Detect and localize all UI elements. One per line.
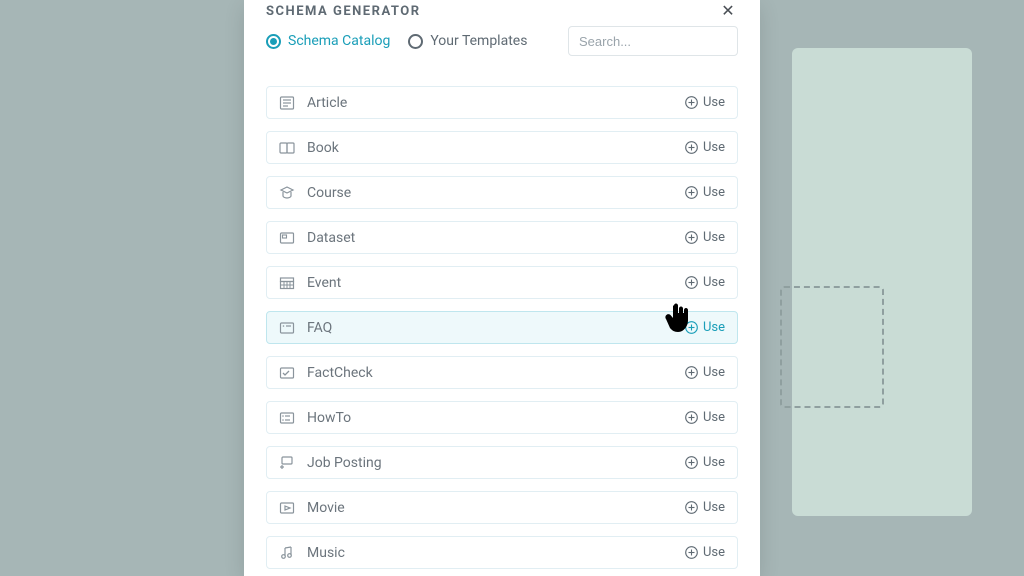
plus-circle-icon: [685, 501, 698, 514]
schema-label: Dataset: [307, 230, 685, 246]
radio-unselected-icon: [408, 34, 423, 49]
faq-icon: [279, 321, 295, 335]
use-label: Use: [703, 140, 725, 155]
schema-label: Book: [307, 140, 685, 156]
howto-icon: [279, 411, 295, 425]
event-icon: [279, 276, 295, 290]
use-label: Use: [703, 455, 725, 470]
modal-title: SCHEMA GENERATOR: [266, 4, 421, 19]
use-button[interactable]: Use: [685, 500, 725, 515]
plus-circle-icon: [685, 141, 698, 154]
plus-circle-icon: [685, 186, 698, 199]
use-button[interactable]: Use: [685, 185, 725, 200]
schema-label: FactCheck: [307, 365, 685, 381]
schema-row-course[interactable]: Course Use: [266, 176, 738, 209]
plus-circle-icon: [685, 96, 698, 109]
use-button[interactable]: Use: [685, 140, 725, 155]
plus-circle-icon: [685, 366, 698, 379]
schema-row-event[interactable]: Event Use: [266, 266, 738, 299]
book-icon: [279, 141, 295, 155]
schema-generator-modal: SCHEMA GENERATOR ✕ Schema Catalog Your T…: [244, 0, 760, 576]
schema-row-book[interactable]: Book Use: [266, 131, 738, 164]
use-label: Use: [703, 95, 725, 110]
use-label: Use: [703, 275, 725, 290]
schema-row-howto[interactable]: HowTo Use: [266, 401, 738, 434]
use-button[interactable]: Use: [685, 230, 725, 245]
use-button[interactable]: Use: [685, 545, 725, 560]
plus-circle-icon: [685, 276, 698, 289]
use-label: Use: [703, 410, 725, 425]
tab-your-templates[interactable]: Your Templates: [408, 33, 527, 49]
schema-label: Music: [307, 545, 685, 561]
schema-label: Movie: [307, 500, 685, 516]
use-button[interactable]: Use: [685, 365, 725, 380]
movie-icon: [279, 501, 295, 515]
tab-label: Your Templates: [430, 33, 527, 49]
search-input[interactable]: [568, 26, 738, 56]
radio-selected-icon: [266, 34, 281, 49]
schema-label: FAQ: [307, 320, 685, 336]
use-button[interactable]: Use: [685, 410, 725, 425]
use-button[interactable]: Use: [685, 455, 725, 470]
plus-circle-icon: [685, 546, 698, 559]
modal-header: SCHEMA GENERATOR ✕: [244, 0, 760, 20]
use-button[interactable]: Use: [685, 95, 725, 110]
article-icon: [279, 96, 295, 110]
close-button[interactable]: ✕: [718, 2, 738, 20]
schema-label: Article: [307, 95, 685, 111]
schema-row-music[interactable]: Music Use: [266, 536, 738, 569]
jobposting-icon: [279, 456, 295, 470]
schema-row-factcheck[interactable]: FactCheck Use: [266, 356, 738, 389]
close-icon: ✕: [721, 1, 734, 20]
factcheck-icon: [279, 366, 295, 380]
plus-circle-icon: [685, 231, 698, 244]
use-label: Use: [703, 500, 725, 515]
schema-row-job-posting[interactable]: Job Posting Use: [266, 446, 738, 479]
schema-label: Course: [307, 185, 685, 201]
plus-circle-icon: [685, 456, 698, 469]
use-label: Use: [703, 320, 725, 335]
plus-circle-icon: [685, 411, 698, 424]
tab-label: Schema Catalog: [288, 33, 390, 49]
schema-row-movie[interactable]: Movie Use: [266, 491, 738, 524]
use-label: Use: [703, 230, 725, 245]
schema-label: Event: [307, 275, 685, 291]
schema-row-dataset[interactable]: Dataset Use: [266, 221, 738, 254]
schema-row-article[interactable]: Article Use: [266, 86, 738, 119]
dataset-icon: [279, 231, 295, 245]
use-button[interactable]: Use: [685, 320, 725, 335]
schema-list: ArticleUseBookUseCourseUseDatasetUseEven…: [244, 56, 760, 576]
schema-label: HowTo: [307, 410, 685, 426]
search-wrap: [568, 26, 738, 56]
background-panel: [792, 48, 972, 516]
use-button[interactable]: Use: [685, 275, 725, 290]
schema-label: Job Posting: [307, 455, 685, 471]
use-label: Use: [703, 545, 725, 560]
course-icon: [279, 186, 295, 200]
plus-circle-icon: [685, 321, 698, 334]
background-dropzone: [780, 286, 884, 408]
music-icon: [279, 546, 295, 560]
tab-schema-catalog[interactable]: Schema Catalog: [266, 33, 390, 49]
use-label: Use: [703, 185, 725, 200]
use-label: Use: [703, 365, 725, 380]
tabs-row: Schema Catalog Your Templates: [244, 20, 760, 56]
schema-row-faq[interactable]: FAQ Use: [266, 311, 738, 344]
